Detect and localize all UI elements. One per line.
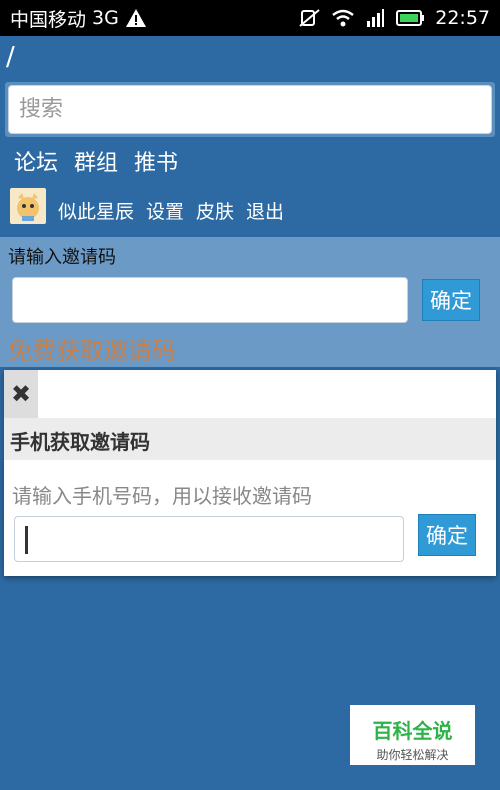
search-bar [5, 82, 495, 137]
skin-link[interactable]: 皮肤 [196, 197, 234, 224]
phone-hint: 请输入手机号码，用以接收邀请码 [12, 484, 312, 508]
battery-icon [395, 9, 425, 27]
logout-link[interactable]: 退出 [246, 197, 284, 224]
breadcrumb: / [6, 42, 15, 72]
watermark-logo: 百科全说 助你轻松解决 [350, 705, 475, 765]
phone-input[interactable] [14, 516, 404, 562]
signal-icon [365, 8, 385, 28]
nav-recommend-books[interactable]: 推书 [134, 145, 178, 177]
mute-icon [299, 8, 321, 28]
dialog-title: 手机获取邀请码 [4, 418, 496, 460]
avatar-icon[interactable] [10, 188, 46, 224]
nav-groups[interactable]: 群组 [74, 145, 118, 177]
settings-link[interactable]: 设置 [146, 197, 184, 224]
main-nav: 论坛 群组 推书 [14, 145, 178, 177]
invite-title: 请输入邀请码 [8, 247, 116, 268]
watermark-subtitle: 助你轻松解决 [376, 748, 449, 762]
phone-invite-dialog: ✖ 手机获取邀请码 请输入手机号码，用以接收邀请码 确定 [4, 370, 496, 576]
clock: 22:57 [435, 7, 490, 29]
carrier-label: 中国移动 [10, 8, 87, 31]
wifi-icon [331, 8, 355, 28]
invite-confirm-button[interactable]: 确定 [422, 279, 480, 321]
user-bar: 似此星辰 设置 皮肤 退出 [10, 188, 284, 224]
username-link[interactable]: 似此星辰 [58, 197, 134, 224]
invite-panel: 请输入邀请码 确定 免费获取邀请码 [0, 237, 500, 367]
text-cursor [25, 526, 28, 554]
warning-icon [125, 8, 147, 28]
free-invite-link[interactable]: 免费获取邀请码 [8, 331, 492, 366]
status-bar: 中国移动 3G 22:57 [0, 0, 500, 36]
close-icon[interactable]: ✖ [4, 370, 38, 418]
phone-confirm-button[interactable]: 确定 [418, 514, 476, 556]
nav-forum[interactable]: 论坛 [14, 145, 58, 177]
watermark-title: 百科全说 [372, 719, 453, 743]
search-input[interactable] [8, 85, 492, 134]
network-label: 3G [92, 7, 119, 29]
invite-code-input[interactable] [12, 277, 408, 323]
